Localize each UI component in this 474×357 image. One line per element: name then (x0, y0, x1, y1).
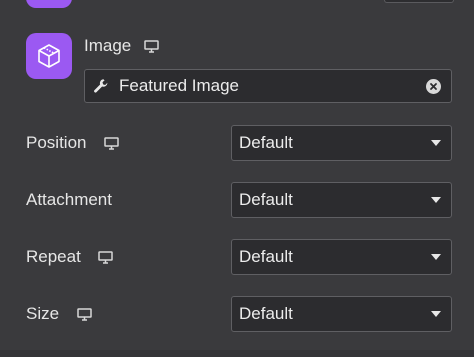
size-label-group: Size (26, 296, 92, 332)
caret-down-icon (431, 311, 441, 317)
monitor-icon[interactable] (76, 307, 92, 321)
repeat-label-group: Repeat (26, 239, 114, 275)
previous-control-tile[interactable] (26, 0, 72, 8)
featured-image-field[interactable]: Featured Image (84, 69, 452, 103)
image-label: Image (84, 36, 132, 55)
position-label-group: Position (26, 125, 119, 161)
cube-icon (38, 44, 60, 68)
size-select[interactable]: Default (231, 296, 452, 332)
repeat-select[interactable]: Default (231, 239, 452, 275)
size-row: Size Default (26, 296, 452, 332)
position-label: Position (26, 133, 87, 152)
attachment-select-value: Default (239, 190, 293, 209)
attachment-select[interactable]: Default (231, 182, 452, 218)
caret-down-icon (431, 140, 441, 146)
monitor-icon[interactable] (98, 250, 114, 264)
repeat-row: Repeat Default (26, 239, 452, 275)
size-label: Size (26, 304, 60, 323)
repeat-select-value: Default (239, 247, 293, 266)
repeat-label: Repeat (26, 247, 81, 266)
caret-down-icon (431, 254, 441, 260)
position-row: Position Default (26, 125, 452, 161)
monitor-icon[interactable] (143, 39, 159, 53)
attachment-label-group: Attachment (26, 182, 112, 218)
previous-control-field[interactable] (384, 0, 454, 3)
caret-down-icon (431, 197, 441, 203)
size-select-value: Default (239, 304, 293, 323)
image-tile[interactable] (26, 33, 72, 79)
settings-panel: Image Featured Image Position Default At… (0, 0, 474, 357)
monitor-icon[interactable] (103, 136, 119, 150)
position-select[interactable]: Default (231, 125, 452, 161)
position-select-value: Default (239, 133, 293, 152)
image-label-row: Image (84, 36, 159, 56)
attachment-row: Attachment Default (26, 182, 452, 218)
bottom-divider (0, 350, 474, 357)
dynamic-tag-label: Featured Image (119, 76, 240, 95)
wrench-icon (93, 78, 109, 94)
attachment-label: Attachment (26, 190, 112, 209)
clear-icon[interactable] (426, 78, 441, 94)
